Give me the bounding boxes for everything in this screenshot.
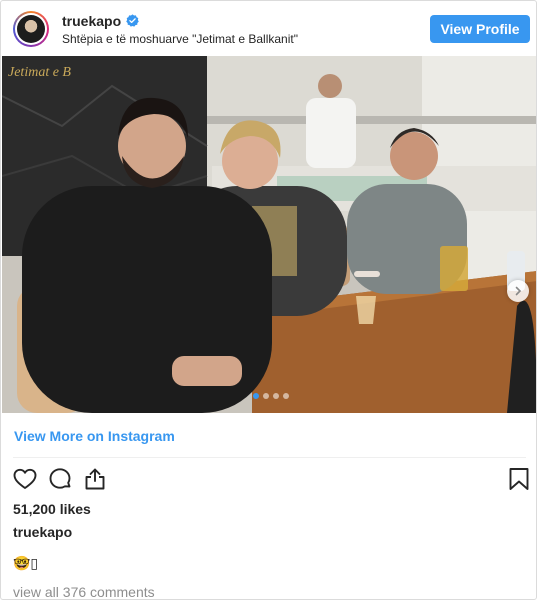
share-icon[interactable] [82, 466, 108, 492]
carousel-dot [263, 393, 269, 399]
carousel-dot [283, 393, 289, 399]
location-label[interactable]: Shtëpia e të moshuarve "Jetimat e Ballka… [62, 32, 298, 46]
carousel-dot [253, 393, 259, 399]
avatar[interactable] [13, 11, 49, 47]
carousel-dot [273, 393, 279, 399]
likes-count[interactable]: 51,200 likes [13, 501, 91, 517]
carousel-indicator [253, 393, 289, 399]
caption-username[interactable]: truekapo [13, 524, 72, 540]
instagram-embed-card: truekapo Shtëpia e të moshuarve "Jetimat… [0, 0, 537, 600]
comment-bubble-icon[interactable] [47, 466, 73, 492]
bookmark-icon[interactable] [506, 466, 532, 492]
post-header: truekapo Shtëpia e të moshuarve "Jetimat… [1, 1, 536, 55]
username[interactable]: truekapo [62, 13, 121, 29]
view-all-comments-link[interactable]: view all 376 comments [13, 584, 155, 599]
heart-icon[interactable] [12, 466, 38, 492]
view-more-link[interactable]: View More on Instagram [14, 428, 175, 444]
view-profile-button[interactable]: View Profile [430, 15, 530, 43]
post-photo[interactable]: Jetimat e B [2, 56, 536, 413]
chevron-right-icon [515, 286, 522, 296]
wall-sign-text: Jetimat e B [8, 65, 71, 80]
divider [13, 457, 526, 458]
caption-text: 🤓▯ [13, 556, 39, 572]
photo-illustration: Jetimat e B [2, 56, 536, 413]
verified-badge-icon [126, 14, 139, 27]
carousel-next-button[interactable] [507, 280, 529, 302]
